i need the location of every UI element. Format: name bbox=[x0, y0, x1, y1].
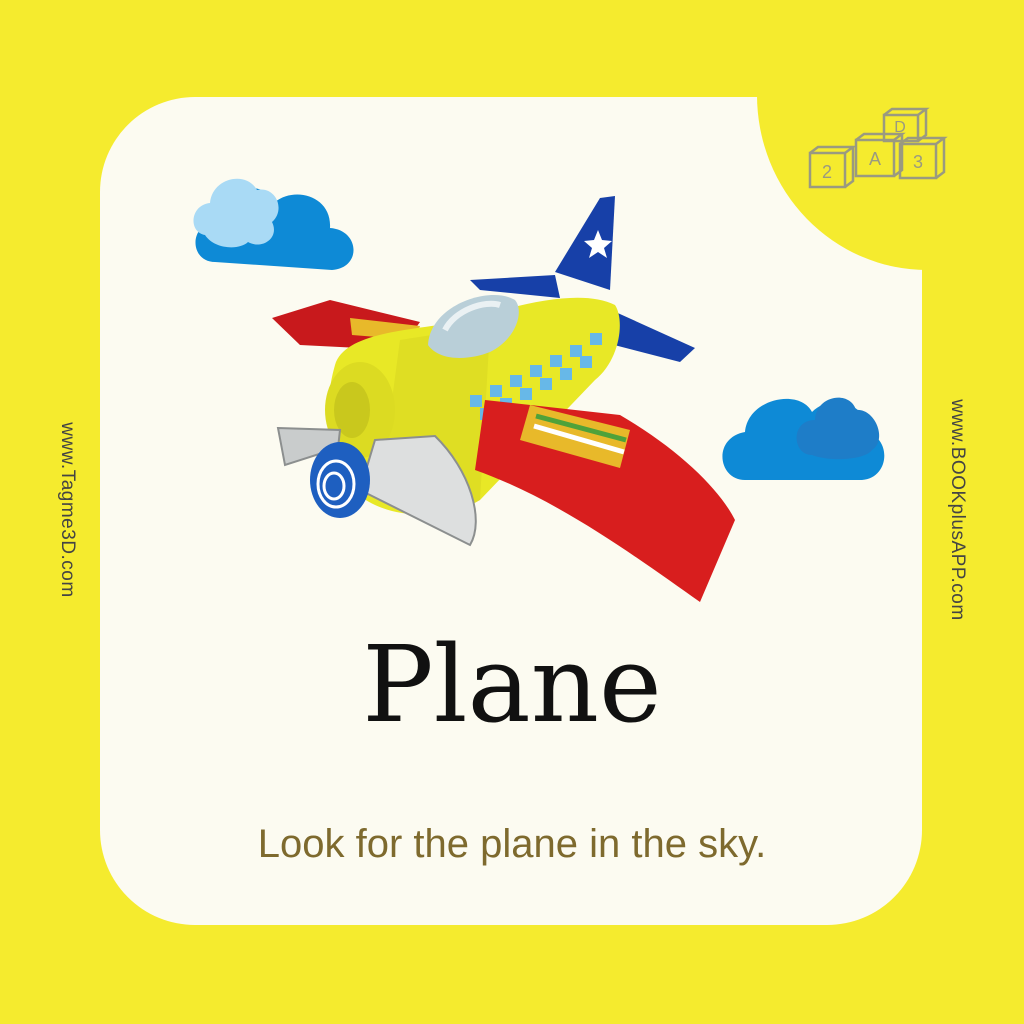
logo-block-label: A bbox=[869, 149, 881, 169]
cloud-icon bbox=[193, 178, 354, 270]
website-url-right: www.BOOKplusAPP.com bbox=[947, 399, 968, 621]
word-caption: Look for the plane in the sky. bbox=[257, 822, 767, 866]
logo-block-label: D bbox=[894, 119, 906, 136]
illustration: 2 A D 3 D bbox=[193, 107, 948, 602]
website-url-left: www.Tagme3D.com bbox=[57, 422, 78, 598]
word-title: Plane bbox=[362, 623, 662, 746]
logo-block-label: 3 bbox=[913, 152, 923, 172]
logo-block-label: 2 bbox=[822, 162, 832, 182]
cloud-icon bbox=[722, 397, 885, 480]
